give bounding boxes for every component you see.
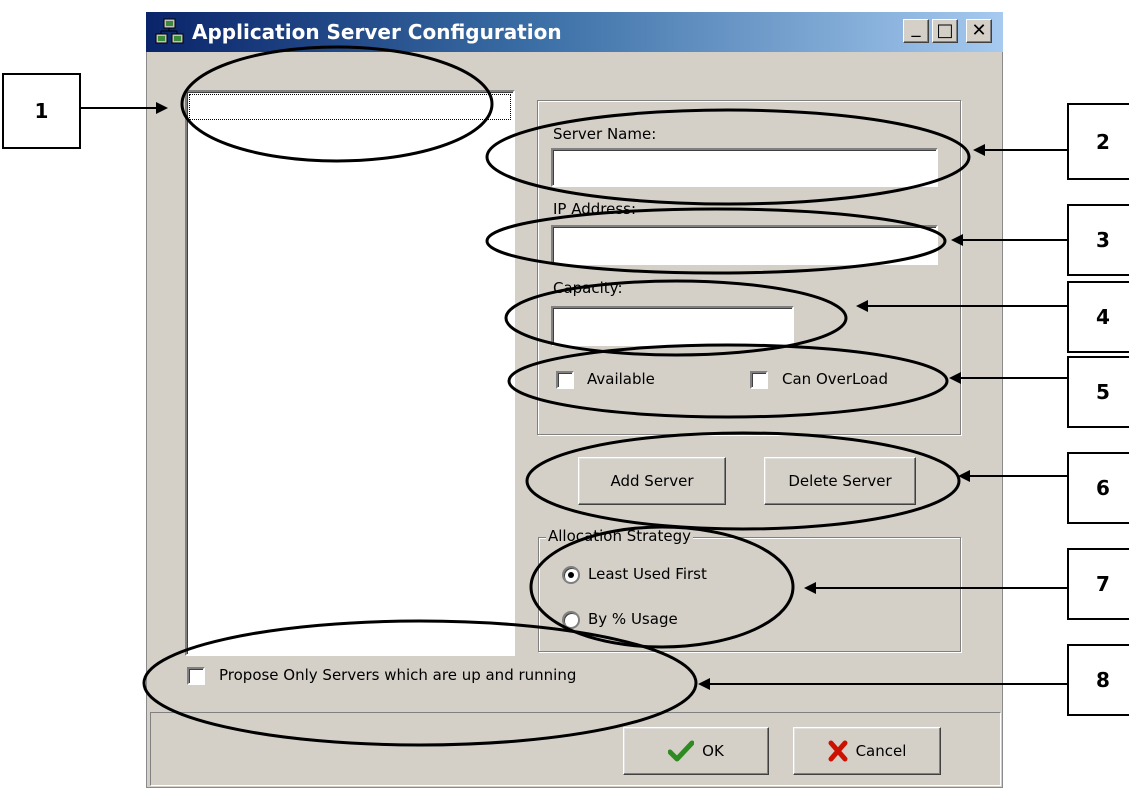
- annotation-overlay: [81, 45, 1067, 747]
- ellipse-5: [507, 343, 949, 419]
- ellipse-6: [525, 431, 961, 531]
- ellipse-2: [485, 108, 971, 206]
- ellipse-8: [142, 619, 698, 747]
- ellipse-7: [529, 525, 795, 649]
- ellipse-3: [485, 207, 947, 275]
- ellipse-1: [180, 45, 494, 163]
- ellipse-4: [504, 279, 848, 357]
